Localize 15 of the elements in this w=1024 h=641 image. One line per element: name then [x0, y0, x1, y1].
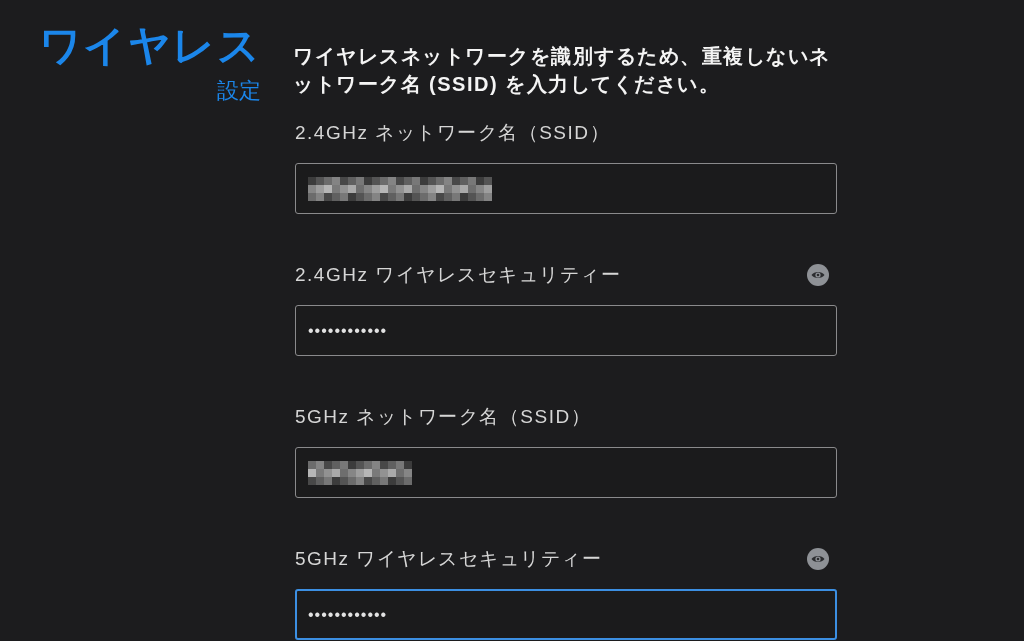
page-subtitle: 設定: [217, 77, 261, 105]
ssid-input-field[interactable]: [295, 447, 837, 498]
pixelated-text-icon: [308, 176, 492, 201]
password-input-field[interactable]: ••••••••••••: [295, 589, 837, 640]
field-label: 2.4GHz ネットワーク名（SSID）: [295, 121, 611, 145]
eye-icon[interactable]: [807, 264, 829, 286]
description-text: ワイヤレスネットワークを識別するため、重複しないネットワーク名 (SSID) を入力してください。: [293, 44, 832, 97]
field-label: 5GHz ネットワーク名（SSID）: [295, 405, 592, 429]
page-title: ワイヤレス: [38, 21, 261, 71]
field-label: 2.4GHz ワイヤレスセキュリティー: [295, 263, 622, 287]
ssid-input-field[interactable]: [295, 163, 837, 214]
eye-icon[interactable]: [807, 548, 829, 570]
field-label: 5GHz ワイヤレスセキュリティー: [295, 547, 603, 571]
pixelated-text-icon: [308, 460, 412, 485]
password-input-field[interactable]: ••••••••••••: [295, 305, 837, 356]
